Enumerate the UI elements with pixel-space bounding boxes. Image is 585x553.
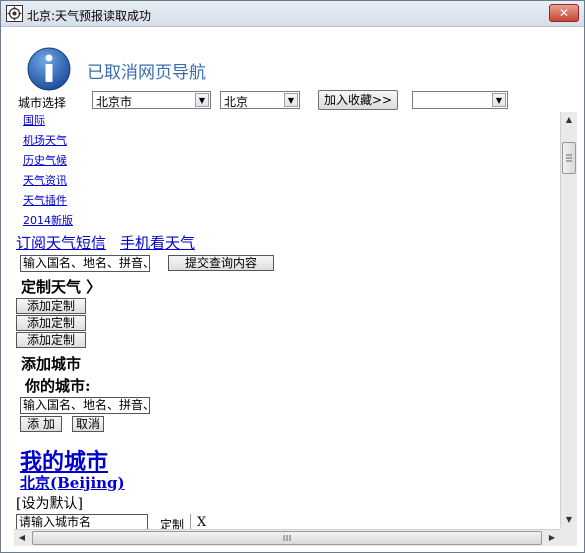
page-content[interactable]: 国际 机场天气 历史气候 天气资讯 天气插件 2014新版 订阅天气短信 手机看… — [14, 112, 560, 529]
horizontal-scroll-thumb[interactable] — [32, 531, 542, 545]
close-x-link[interactable]: X — [197, 515, 206, 529]
city-input[interactable]: 输入国名、地名、拼音、 — [20, 397, 150, 414]
link-international[interactable]: 国际 — [23, 112, 45, 128]
set-default-link[interactable]: [设为默认] — [16, 493, 83, 513]
scroll-left-icon[interactable]: ◀ — [14, 530, 30, 546]
nav-cancel-header: 已取消网页导航 — [2, 28, 584, 91]
page-title: 已取消网页导航 — [87, 63, 206, 83]
grip-icon — [283, 535, 291, 541]
link-airport-weather[interactable]: 机场天气 — [23, 132, 67, 148]
scrollbar-corner — [560, 529, 577, 546]
gear-icon — [6, 5, 23, 22]
link-weather-plugin[interactable]: 天气插件 — [23, 192, 67, 208]
city-select-label: 城市选择 — [18, 96, 67, 110]
title-bar[interactable]: 北京:天气预报读取成功 ✕ — [1, 1, 584, 27]
link-weather-news[interactable]: 天气资讯 — [23, 172, 67, 188]
chevron-down-icon[interactable]: ▼ — [492, 93, 506, 107]
province-select[interactable]: 北京市 ▼ — [92, 91, 211, 109]
province-select-value: 北京市 — [96, 95, 133, 109]
add-custom-button[interactable]: 添加定制 — [16, 332, 86, 348]
chevron-down-icon[interactable]: ▼ — [195, 93, 209, 107]
city-select-value: 北京 — [224, 95, 249, 109]
grip-icon — [566, 154, 572, 162]
city-select[interactable]: 北京 ▼ — [220, 91, 300, 109]
add-button[interactable]: 添 加 — [20, 416, 62, 432]
add-city-heading: 添加城市 — [21, 355, 82, 373]
chevron-down-icon[interactable]: ▼ — [284, 93, 298, 107]
link-sms-subscribe[interactable]: 订阅天气短信 — [16, 232, 106, 253]
scroll-down-icon[interactable]: ▼ — [561, 512, 577, 528]
city-link-beijing[interactable]: 北京(Beijing) — [20, 472, 125, 493]
your-city-label: 你的城市: — [25, 377, 91, 395]
link-mobile-weather[interactable]: 手机看天气 — [120, 232, 195, 253]
add-favorite-button[interactable]: 加入收藏>> — [318, 90, 398, 110]
window-title: 北京:天气预报读取成功 — [27, 9, 152, 23]
link-new-version[interactable]: 2014新版 — [23, 212, 73, 228]
horizontal-scrollbar[interactable]: ◀ ▶ — [14, 529, 560, 546]
scroll-right-icon[interactable]: ▶ — [544, 530, 560, 546]
scroll-up-icon[interactable]: ▲ — [561, 112, 577, 128]
city-select-row: 城市选择 北京市 ▼ 北京 ▼ 加入收藏>> ▼ — [2, 90, 584, 112]
divider — [190, 514, 191, 529]
vertical-scrollbar[interactable]: ▲ ▼ — [560, 112, 577, 529]
browser-window: 北京:天气预报读取成功 ✕ 已取消网页导航 城市选择 北京市 ▼ 北京 ▼ 加入… — [0, 0, 585, 553]
cancel-button[interactable]: 取消 — [72, 416, 104, 432]
submit-query-button[interactable]: 提交查询内容 — [168, 255, 274, 271]
close-button[interactable]: ✕ — [549, 4, 579, 22]
bottom-city-input[interactable]: 请输入城市名 — [16, 514, 148, 529]
add-custom-button[interactable]: 添加定制 — [16, 315, 86, 331]
custom-weather-heading[interactable]: 定制天气 〉 — [21, 276, 101, 297]
link-history-climate[interactable]: 历史气候 — [23, 152, 67, 168]
search-input[interactable]: 输入国名、地名、拼音、 — [20, 255, 150, 272]
info-icon — [27, 47, 71, 91]
vertical-scroll-thumb[interactable] — [562, 142, 576, 174]
favorite-select[interactable]: ▼ — [412, 91, 508, 109]
customize-label[interactable]: 定制 — [160, 516, 184, 529]
add-custom-button[interactable]: 添加定制 — [16, 298, 86, 314]
